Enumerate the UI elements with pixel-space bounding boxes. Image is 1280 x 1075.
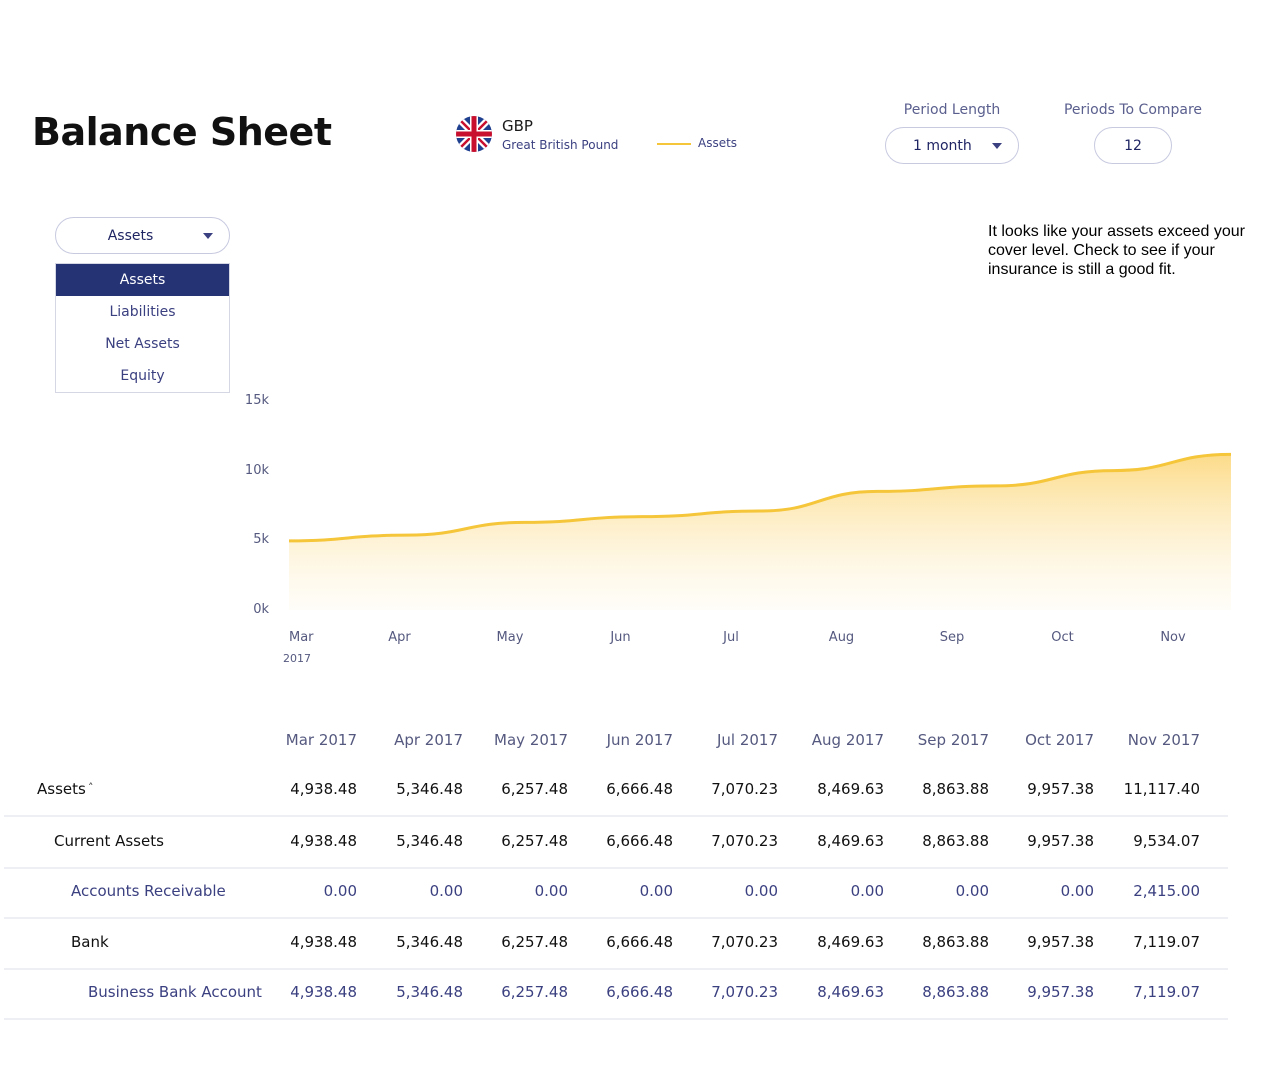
table-cell: 5,346.48	[396, 983, 463, 1001]
table-cell: 6,257.48	[501, 780, 568, 798]
chevron-up-icon[interactable]: ˄	[88, 781, 94, 794]
table-cell: 8,469.63	[817, 780, 884, 798]
table-cell: 6,257.48	[501, 983, 568, 1001]
column-header: Jul 2017	[716, 731, 778, 749]
table-cell: 8,863.88	[922, 983, 989, 1001]
table-cell: 6,257.48	[501, 933, 568, 951]
row-divider	[4, 968, 1228, 970]
row-divider	[4, 867, 1228, 869]
table-cell: 8,863.88	[922, 780, 989, 798]
table-cell: 0.00	[323, 882, 357, 900]
x-tick-label: Jun	[609, 630, 630, 645]
column-header: Aug 2017	[811, 731, 884, 749]
table-cell: 7,070.23	[711, 780, 778, 798]
x-tick-label: Jul	[722, 630, 739, 645]
x-tick-label: May	[497, 630, 524, 645]
table-cell: 5,346.48	[396, 832, 463, 850]
column-header: Sep 2017	[917, 731, 989, 749]
table-cell: 8,469.63	[817, 983, 884, 1001]
row-bank-label: Bank	[71, 933, 109, 951]
table-cell: 4,938.48	[290, 983, 357, 1001]
table-cell: 9,957.38	[1027, 983, 1094, 1001]
row-accounts-receivable-label: Accounts Receivable	[71, 882, 226, 900]
table-cell: 6,666.48	[606, 780, 673, 798]
table-cell: 4,938.48	[290, 780, 357, 798]
x-tick-label: Nov	[1160, 630, 1186, 645]
row-current-assets-label: Current Assets	[54, 832, 164, 850]
row-assets-label[interactable]: Assets	[37, 780, 86, 798]
table-cell: 6,666.48	[606, 832, 673, 850]
table-cell: 7,119.07	[1133, 933, 1200, 951]
table-cell: 11,117.40	[1123, 780, 1200, 798]
table-cell: 7,119.07	[1133, 983, 1200, 1001]
table-cell: 7,070.23	[711, 933, 778, 951]
table-cell: 7,070.23	[711, 832, 778, 850]
x-tick-label: Aug	[829, 630, 854, 645]
table-cell: 5,346.48	[396, 780, 463, 798]
column-header: Mar 2017	[285, 731, 357, 749]
x-tick-label: Oct	[1051, 630, 1073, 645]
table-cell: 2,415.00	[1133, 882, 1200, 900]
x-tick-label: Sep	[940, 630, 965, 645]
row-divider	[4, 917, 1228, 919]
table-cell: 5,346.48	[396, 933, 463, 951]
table-cell: 0.00	[534, 882, 568, 900]
table-cell: 4,938.48	[290, 832, 357, 850]
table-cell: 6,666.48	[606, 933, 673, 951]
assets-area-chart: Mar Apr May Jun Jul Aug Sep Oct Nov 2017	[283, 452, 1232, 665]
table-cell: 0.00	[429, 882, 463, 900]
table-cell: 8,863.88	[922, 832, 989, 850]
column-header: May 2017	[494, 731, 568, 749]
assets-area-fill	[289, 454, 1231, 610]
table-cell: 6,257.48	[501, 832, 568, 850]
table-cell: 8,469.63	[817, 832, 884, 850]
table-cell: 8,469.63	[817, 933, 884, 951]
table-cell: 0.00	[1060, 882, 1094, 900]
table-cell: 0.00	[744, 882, 778, 900]
x-year-label: 2017	[283, 652, 311, 665]
column-header: Nov 2017	[1127, 731, 1200, 749]
row-divider	[4, 815, 1228, 817]
table-cell: 0.00	[955, 882, 989, 900]
table-cell: 7,070.23	[711, 983, 778, 1001]
x-tick-label: Apr	[388, 630, 411, 645]
row-business-bank-account-label: Business Bank Account	[88, 983, 262, 1001]
row-divider	[4, 1018, 1228, 1020]
column-header: Jun 2017	[606, 731, 673, 749]
column-header: Apr 2017	[394, 731, 463, 749]
table-cell: 9,957.38	[1027, 780, 1094, 798]
table-cell: 0.00	[639, 882, 673, 900]
table-cell: 9,534.07	[1133, 832, 1200, 850]
table-cell: 4,938.48	[290, 933, 357, 951]
column-header: Oct 2017	[1025, 731, 1094, 749]
x-tick-label: Mar	[289, 630, 314, 645]
table-cell: 8,863.88	[922, 933, 989, 951]
table-cell: 9,957.38	[1027, 933, 1094, 951]
table-cell: 6,666.48	[606, 983, 673, 1001]
table-cell: 0.00	[850, 882, 884, 900]
table-cell: 9,957.38	[1027, 832, 1094, 850]
